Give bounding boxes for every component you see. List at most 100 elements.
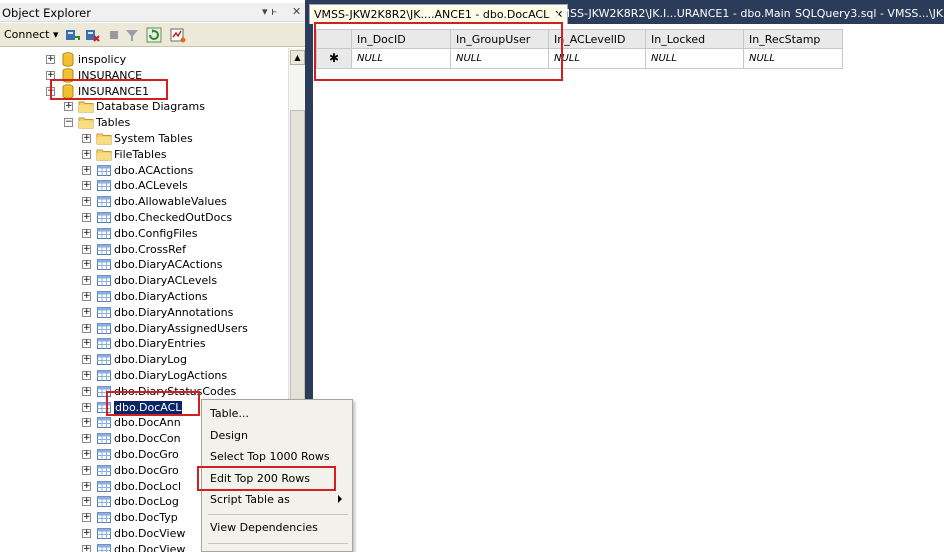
grid-cell[interactable]: NULL (352, 49, 451, 69)
column-header[interactable]: In_RecStamp (744, 29, 843, 49)
expand-icon[interactable]: + (82, 513, 91, 523)
tree-node-label[interactable]: dbo.DiaryAssignedUsers (114, 322, 248, 336)
connect-icon[interactable] (64, 27, 80, 43)
tree-node-label[interactable]: dbo.DiaryLog (114, 353, 187, 367)
tab-main[interactable]: VMSS-JKW2K8R2\JK.I...URANCE1 - dbo.Main (549, 4, 795, 24)
tree-node-label[interactable]: dbo.DiaryAnnotations (114, 306, 233, 320)
expand-icon[interactable]: + (82, 481, 91, 491)
expand-icon[interactable]: + (82, 149, 91, 159)
tree-node-label[interactable]: System Tables (114, 132, 193, 146)
expand-icon[interactable]: + (82, 307, 91, 317)
tree-node-label[interactable]: dbo.DiaryStatusCodes (114, 385, 236, 399)
expand-icon[interactable]: + (82, 418, 91, 428)
expand-icon[interactable]: + (82, 386, 91, 396)
grid-cell[interactable]: NULL (549, 49, 646, 69)
expand-icon[interactable]: + (82, 323, 91, 333)
expand-icon[interactable]: + (82, 213, 91, 222)
tab-docacl[interactable]: VMSS-JKW2K8R2\JK....ANCE1 - dbo.DocACL ✕ (309, 4, 569, 24)
menu-item-script-table-as[interactable]: Script Table as (204, 490, 350, 510)
tree-node-label[interactable]: dbo.DiaryActions (114, 290, 207, 304)
tree-node-label[interactable]: Tables (96, 116, 130, 130)
expand-icon[interactable]: + (82, 181, 91, 191)
expand-icon[interactable]: + (82, 244, 91, 254)
filter-icon[interactable] (124, 27, 140, 43)
object-explorer-title: Object Explorer (2, 6, 91, 20)
tree-node-label[interactable]: dbo.DocTyp (114, 511, 178, 525)
menu-item-select-top-1000[interactable]: Select Top 1000 Rows (204, 447, 350, 467)
tree-node-label[interactable]: dbo.ACActions (114, 164, 193, 178)
column-header[interactable]: In_GroupUser (451, 29, 549, 49)
tab-sqlquery3[interactable]: SQLQuery3.sql - VMSS...\JK.ma (791, 4, 944, 24)
tree-node-label[interactable]: dbo.DocLog (114, 495, 179, 509)
expand-icon[interactable]: + (82, 434, 91, 444)
collapse-icon[interactable]: − (46, 86, 55, 96)
refresh-icon[interactable] (146, 27, 162, 43)
close-icon[interactable]: ✕ (292, 5, 301, 18)
menu-item-view-dependencies[interactable]: View Dependencies (204, 518, 350, 538)
expand-icon[interactable]: + (82, 339, 91, 349)
tree-node-label[interactable]: dbo.CheckedOutDocs (114, 211, 232, 225)
expand-icon[interactable]: + (82, 260, 91, 270)
tree-node-label[interactable]: dbo.DiaryLogActions (114, 369, 227, 383)
expand-icon[interactable]: + (82, 465, 91, 475)
expand-icon[interactable]: + (82, 544, 91, 552)
expand-icon[interactable]: + (82, 450, 91, 459)
expand-icon[interactable]: + (46, 55, 55, 64)
expand-icon[interactable]: + (82, 355, 91, 365)
column-header[interactable]: In_DocID (352, 29, 451, 49)
activity-monitor-icon[interactable] (170, 27, 186, 43)
tree-node-label[interactable]: inspolicy (78, 53, 126, 67)
stop-icon[interactable] (106, 27, 122, 43)
tree-node-label[interactable]: dbo.DiaryEntries (114, 337, 206, 351)
pin-icon[interactable]: ▾ ͱ (262, 5, 277, 18)
tree-node-label[interactable]: dbo.DiaryACActions (114, 258, 223, 272)
expand-icon[interactable]: + (82, 371, 91, 380)
new-row-marker[interactable]: ✱ (316, 49, 352, 69)
menu-item-edit-top-200[interactable]: Edit Top 200 Rows (204, 469, 350, 489)
expand-icon[interactable]: + (46, 70, 55, 80)
grid-cell[interactable]: NULL (744, 49, 843, 69)
context-menu: Table... Design Select Top 1000 Rows Edi… (201, 399, 353, 552)
column-header[interactable]: In_Locked (646, 29, 744, 49)
tree-node-label[interactable]: INSURANCE1 (78, 85, 149, 99)
expand-icon[interactable]: + (82, 165, 91, 175)
menu-item-design[interactable]: Design (204, 426, 350, 446)
expand-icon[interactable]: + (82, 529, 91, 538)
tree-node-label[interactable]: dbo.ConfigFiles (114, 227, 197, 241)
tree-node-label[interactable]: dbo.DocView (114, 527, 185, 541)
expand-icon[interactable]: + (82, 197, 91, 207)
tree-node-label[interactable]: dbo.DocView (114, 543, 185, 552)
tree-node-label[interactable]: dbo.AllowableValues (114, 195, 227, 209)
tree-node-label[interactable]: dbo.DocACL (114, 400, 183, 415)
tree-node-label[interactable]: dbo.DocLocl (114, 480, 181, 494)
menu-separator (208, 514, 348, 515)
tab-sqlquery3-label: SQLQuery3.sql - VMSS...\JK.ma (795, 7, 944, 20)
collapse-icon[interactable]: − (64, 118, 73, 128)
expand-icon[interactable]: + (82, 228, 91, 238)
tree-node-label[interactable]: dbo.CrossRef (114, 243, 186, 257)
tree-node-label[interactable]: dbo.DocGro (114, 464, 179, 478)
tree-node-label[interactable]: dbo.ACLevels (114, 179, 188, 193)
tree-node-label[interactable]: Database Diagrams (96, 100, 205, 114)
menu-item-table[interactable]: Table... (204, 404, 350, 424)
expand-icon[interactable]: + (82, 276, 91, 286)
expand-icon[interactable]: + (82, 134, 91, 143)
tree-node-label[interactable]: FileTables (114, 148, 167, 162)
expand-icon[interactable]: + (64, 102, 73, 112)
grid-corner (316, 29, 352, 49)
expand-icon[interactable]: + (82, 292, 91, 301)
disconnect-icon[interactable] (84, 27, 100, 43)
column-header[interactable]: In_ACLevelID (549, 29, 646, 49)
expand-icon[interactable]: + (82, 402, 91, 412)
object-explorer-toolbar: Connect ▾ (0, 23, 308, 47)
grid-cell[interactable]: NULL (646, 49, 744, 69)
tree-node-label[interactable]: INSURANCE (78, 69, 142, 83)
tree-node-label[interactable]: dbo.DocGro (114, 448, 179, 462)
expand-icon[interactable]: + (82, 497, 91, 507)
tree-node-label[interactable]: dbo.DiaryACLevels (114, 274, 217, 288)
connect-button[interactable]: Connect ▾ (4, 28, 59, 41)
scroll-up-button[interactable]: ▲ (290, 50, 305, 65)
tree-node-label[interactable]: dbo.DocAnn (114, 416, 181, 430)
grid-cell[interactable]: NULL (451, 49, 549, 69)
tree-node-label[interactable]: dbo.DocCon (114, 432, 181, 446)
